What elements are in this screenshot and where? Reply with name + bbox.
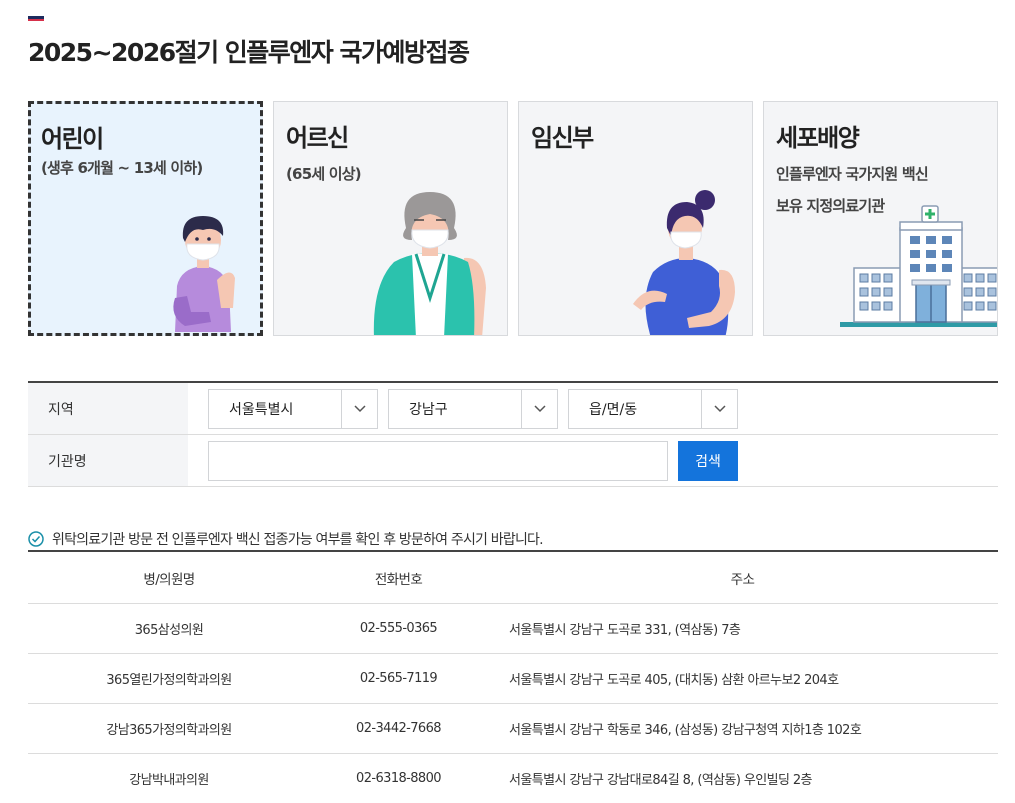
card-cell-culture[interactable]: 세포배양 인플루엔자 국가지원 백신 보유 지정의료기관: [763, 101, 998, 336]
pregnant-woman-icon: [633, 190, 735, 335]
institution-name-input[interactable]: [208, 440, 668, 481]
table-row[interactable]: 강남365가정의학과의원 02-3442-7668 서울특별시 강남구 학동로 …: [28, 704, 998, 754]
clinic-tel: 02-6318-8800: [356, 771, 442, 786]
clinic-name: 강남365가정의학과의원: [106, 723, 232, 738]
clinic-table: 병/의원명 전화번호 주소 365삼성의원 02-555-0365 서울특별시 …: [28, 550, 998, 803]
card-elderly[interactable]: 어르신 (65세 이상): [273, 101, 508, 336]
header-addr: 주소: [730, 571, 755, 588]
child-icon: [173, 216, 235, 332]
clinic-addr: 서울특별시 강남구 도곡로 331, (역삼동) 7층: [509, 623, 741, 638]
header-name: 병/의원명: [143, 571, 195, 588]
clinic-tel: 02-565-7119: [359, 671, 438, 686]
page-title: 2025~2026절기 인플루엔자 국가예방접종: [28, 38, 470, 67]
clinic-addr: 서울특별시 강남구 강남대로84길 8, (역삼동) 우인빌딩 2층: [509, 773, 813, 788]
card-pregnant[interactable]: 임신부: [518, 101, 753, 336]
clinic-name: 365열린가정의학과의원: [106, 673, 232, 688]
clinic-tel: 02-555-0365: [359, 621, 438, 636]
city-select-value: 서울특별시: [229, 401, 294, 418]
card-title: 어르신: [286, 124, 349, 152]
card-title: 임신부: [531, 124, 594, 152]
card-subtitle: (생후 6개월 ~ 13세 이하): [41, 159, 203, 177]
search-filter: 지역 서울특별시 강남구 읍/면/동 기관명 검색: [28, 381, 998, 487]
card-child[interactable]: 어린이 (생후 6개월 ~ 13세 이하): [28, 101, 263, 336]
town-select[interactable]: 읍/면/동: [568, 388, 738, 429]
clinic-name: 강남박내과의원: [129, 773, 209, 788]
region-row: 지역 서울특별시 강남구 읍/면/동: [28, 383, 998, 435]
clinic-tel: 02-3442-7668: [356, 721, 442, 736]
district-select-value: 강남구: [409, 401, 448, 418]
city-select[interactable]: 서울특별시: [208, 388, 378, 429]
clinic-addr: 서울특별시 강남구 도곡로 405, (대치동) 삼환 아르누보2 204호: [509, 673, 839, 688]
town-select-value: 읍/면/동: [589, 401, 638, 418]
table-header: 병/의원명 전화번호 주소: [28, 552, 998, 604]
clinic-name: 365삼성의원: [134, 623, 204, 638]
header-tel: 전화번호: [374, 571, 423, 588]
target-group-cards: 어린이 (생후 6개월 ~ 13세 이하) 어르신 (65세 이상) 임신부 세…: [28, 101, 998, 336]
notice: 위탁의료기관 방문 전 인플루엔자 백신 접종가능 여부를 확인 후 방문하여 …: [28, 529, 544, 549]
clinic-addr: 서울특별시 강남구 학동로 346, (삼성동) 강남구청역 지하1층 102호: [509, 723, 862, 738]
chevron-down-icon: [701, 389, 737, 428]
chevron-down-icon: [521, 389, 557, 428]
elderly-icon: [373, 192, 486, 335]
institution-row: 기관명 검색: [28, 435, 998, 487]
search-button[interactable]: 검색: [678, 440, 738, 481]
card-subtitle: (65세 이상): [286, 165, 362, 183]
chevron-down-icon: [341, 389, 377, 428]
card-title: 세포배양: [776, 124, 860, 152]
notice-text: 위탁의료기관 방문 전 인플루엔자 백신 접종가능 여부를 확인 후 방문하여 …: [52, 532, 544, 548]
hospital-icon: [840, 205, 997, 327]
brand-flag-icon: [28, 16, 44, 21]
check-circle-icon: [28, 531, 44, 547]
institution-name-label: 기관명: [28, 435, 188, 486]
table-row[interactable]: 강남박내과의원 02-6318-8800 서울특별시 강남구 강남대로84길 8…: [28, 754, 998, 803]
table-row[interactable]: 365열린가정의학과의원 02-565-7119 서울특별시 강남구 도곡로 4…: [28, 654, 998, 704]
table-row[interactable]: 365삼성의원 02-555-0365 서울특별시 강남구 도곡로 331, (…: [28, 604, 998, 654]
card-title: 어린이: [41, 125, 104, 153]
region-label: 지역: [28, 383, 188, 434]
district-select[interactable]: 강남구: [388, 388, 558, 429]
